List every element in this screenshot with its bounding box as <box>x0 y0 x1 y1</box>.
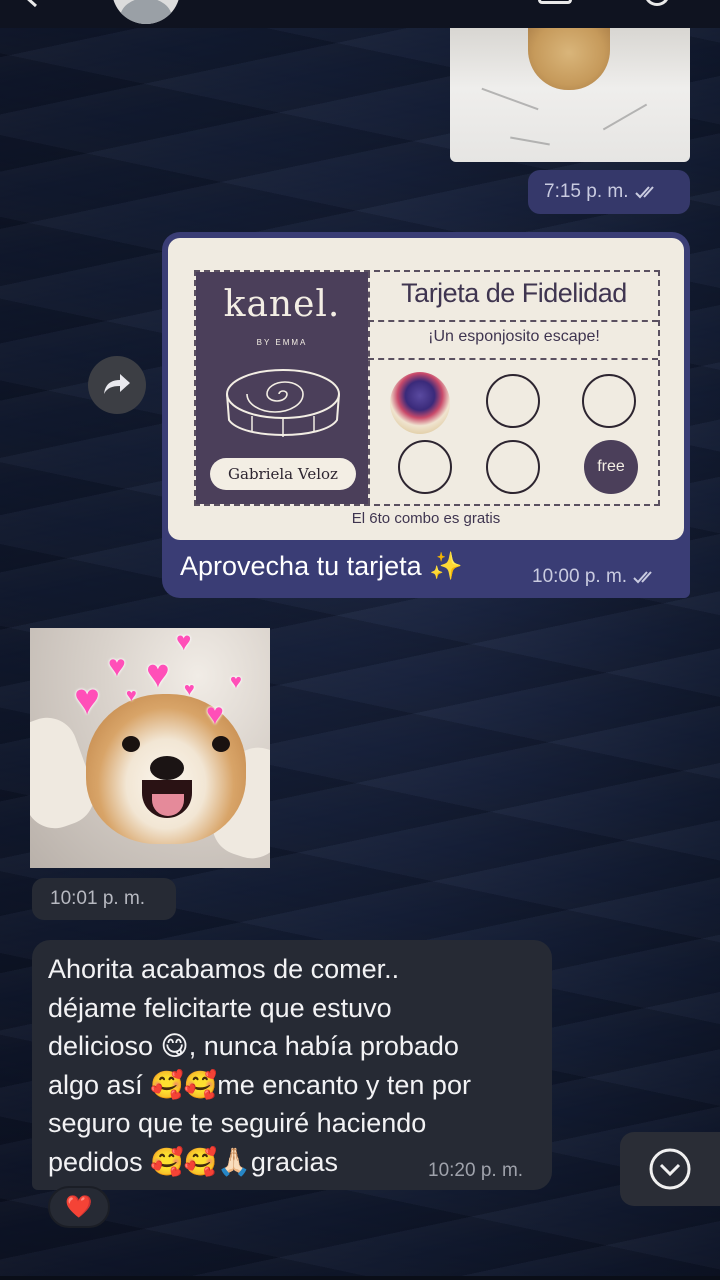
back-arrow-icon[interactable] <box>20 0 42 8</box>
stamp-empty <box>582 374 636 428</box>
time-label: 10:01 p. m. <box>50 888 146 909</box>
double-check-icon <box>634 185 661 199</box>
message-caption: Aprovecha tu tarjeta ✨ <box>180 551 463 581</box>
heart-icon: ♥ <box>230 671 242 693</box>
message-line: déjame felicitarte que estuvo <box>48 992 392 1023</box>
time-label: 10:00 p. m. <box>532 566 628 587</box>
stamp-free: free <box>584 440 638 494</box>
card-title: Tarjeta de Fidelidad <box>401 278 627 308</box>
heart-icon: ♥ <box>126 685 137 705</box>
brand-logo: kanel. <box>223 284 341 325</box>
heart-icon: ♥ <box>74 675 101 724</box>
chat-header <box>0 0 720 28</box>
composer-edge <box>0 1276 720 1280</box>
message-time: 10:00 p. m. <box>532 566 659 588</box>
forward-arrow-icon <box>104 374 130 394</box>
message-line: algo así 🥰🥰me encanto y ten por <box>48 1069 471 1100</box>
customer-name: Gabriela Veloz <box>210 458 356 490</box>
time-label: 7:15 p. m. <box>544 181 629 202</box>
chevron-down-icon <box>649 1148 691 1190</box>
card-brand-panel: kanel. BY EMMA Gabriela Veloz <box>196 272 368 504</box>
message-time: 10:01 p. m. <box>32 878 176 920</box>
phone-call-icon[interactable] <box>644 0 670 6</box>
cinnamon-roll-icon <box>226 369 340 437</box>
sticker-image[interactable]: ♥ ♥ ♥ ♥ ♥ ♥ ♥ ♥ <box>30 628 270 868</box>
avatar[interactable] <box>112 0 180 24</box>
image-message[interactable] <box>450 28 690 162</box>
puppy-photo <box>528 28 610 90</box>
scroll-to-bottom-button[interactable] <box>620 1132 720 1206</box>
double-check-icon <box>633 570 659 584</box>
reaction-emoji: ❤️ <box>65 1194 93 1219</box>
forward-button[interactable] <box>88 356 146 414</box>
message-line: seguro que te seguiré haciendo <box>48 1108 427 1139</box>
brand-subtitle: BY EMMA <box>256 338 308 347</box>
heart-icon: ♥ <box>146 652 170 696</box>
message-text: Ahorita acabamos de comer.. déjame felic… <box>48 950 548 1182</box>
stamp-empty <box>486 374 540 428</box>
stamp-filled-cake <box>390 372 450 434</box>
message-time: 7:15 p. m. <box>528 170 690 214</box>
loyalty-card-image[interactable]: kanel. BY EMMA Gabriela Veloz Tarjeta de… <box>168 238 684 540</box>
heart-icon: ♥ <box>176 628 192 656</box>
message-line: delicioso 😋, nunca había probado <box>48 1031 459 1062</box>
card-subtitle: ¡Un esponjosito escape! <box>428 328 600 345</box>
card-footer: El 6to combo es gratis <box>351 510 501 527</box>
heart-icon: ♥ <box>108 650 126 683</box>
video-call-icon[interactable] <box>538 0 572 4</box>
message-line: Ahorita acabamos de comer.. <box>48 954 400 984</box>
heart-icon: ♥ <box>206 698 224 731</box>
heart-icon: ♥ <box>184 679 195 699</box>
message-time: 10:20 p. m. <box>428 1160 524 1181</box>
stamp-empty <box>398 440 452 494</box>
stamp-empty <box>486 440 540 494</box>
heart-reaction[interactable]: ❤️ <box>48 1186 110 1228</box>
